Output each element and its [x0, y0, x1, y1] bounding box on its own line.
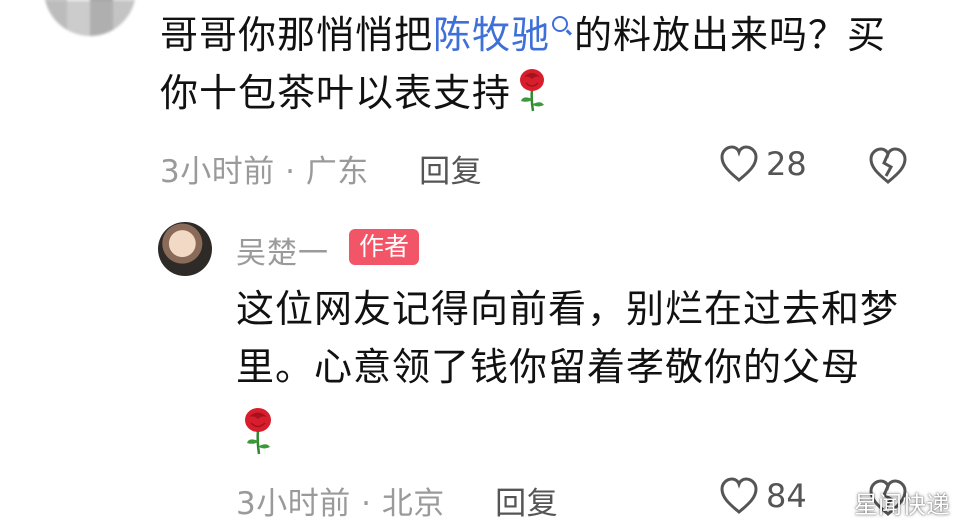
reply-time: 3小时前	[236, 486, 351, 522]
comment-text-before: 哥哥你那悄悄把	[160, 13, 434, 57]
weibo-logo-icon	[818, 493, 846, 515]
reply-button[interactable]: 回复	[419, 154, 482, 190]
watermark: 星闻快递	[818, 485, 950, 520]
reply-location: 北京	[381, 486, 445, 522]
search-icon	[552, 16, 569, 32]
like-button[interactable]: 28	[718, 144, 807, 184]
comment-location: 广东	[305, 154, 369, 190]
comment-meta: 3小时前 · 广东 回复	[160, 146, 482, 191]
dislike-button[interactable]	[866, 146, 910, 190]
author-name[interactable]: 吴楚一	[236, 228, 329, 272]
like-button[interactable]: 84	[718, 476, 807, 516]
mention-link[interactable]: 陈牧驰	[433, 13, 550, 57]
like-count: 28	[766, 145, 807, 183]
heart-icon	[720, 145, 758, 182]
comment-time: 3小时前	[160, 154, 275, 190]
author-badge: 作者	[349, 229, 420, 265]
rose-icon	[515, 67, 549, 113]
heart-icon	[720, 477, 758, 514]
comment-thread: 哥哥你那悄悄把陈牧驰 的料放出来吗？买你十包茶叶以表支持 3小时前 · 广东 回复…	[0, 0, 960, 528]
reply-button[interactable]: 回复	[495, 486, 558, 522]
commenter-avatar[interactable]	[44, 0, 136, 36]
author-avatar[interactable]	[158, 222, 212, 276]
reply-body: 这位网友记得向前看，别烂在过去和梦里。心意领了钱你留着孝敬你的父母	[236, 287, 900, 389]
like-count: 84	[766, 477, 807, 515]
rose-icon	[240, 406, 276, 456]
comment-body: 哥哥你那悄悄把陈牧驰 的料放出来吗？买你十包茶叶以表支持	[160, 6, 920, 122]
meta-separator: ·	[285, 154, 296, 190]
meta-separator: ·	[361, 486, 372, 522]
reply-meta: 3小时前 · 北京 回复	[236, 478, 558, 523]
watermark-text: 星闻快递	[854, 491, 950, 519]
broken-heart-icon	[869, 147, 907, 184]
